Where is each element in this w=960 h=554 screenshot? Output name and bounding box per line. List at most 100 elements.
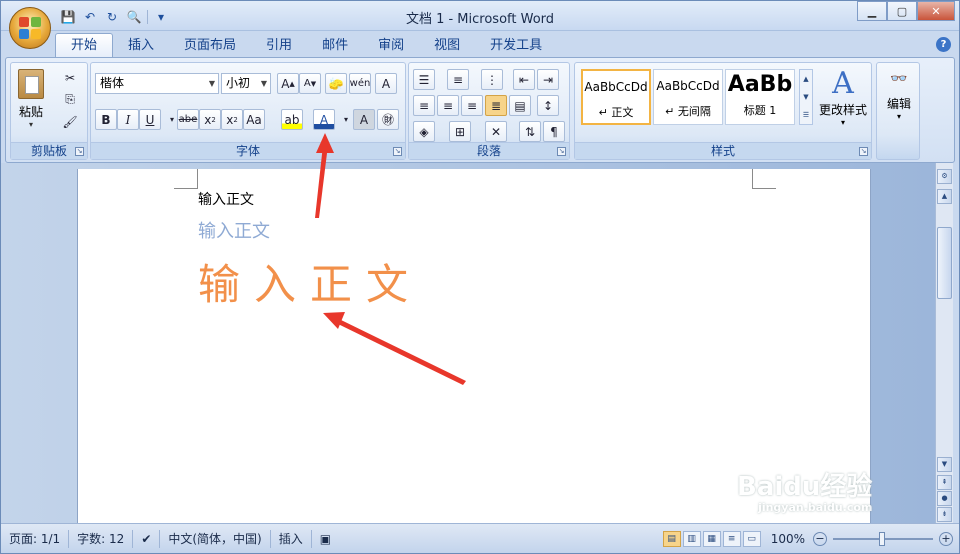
shrink-font-icon[interactable]: A ▼ xyxy=(299,73,321,94)
font-group-label: 字体 xyxy=(91,142,405,159)
window-title: 文档 1 - Microsoft Word xyxy=(405,12,555,27)
macro-record-icon[interactable]: ▣ xyxy=(312,530,339,548)
zoom-out-button[interactable]: − xyxy=(813,531,827,546)
draft-view-icon[interactable]: ▭ xyxy=(742,530,761,547)
change-case-icon[interactable]: Aa xyxy=(243,109,265,130)
paragraph-launcher[interactable]: ↘ xyxy=(557,147,566,156)
zoom-level[interactable]: 100% xyxy=(771,532,805,546)
styles-gallery-scroll[interactable]: ▲ ▼ ☰ xyxy=(799,69,813,125)
tab-view[interactable]: 视图 xyxy=(419,35,475,57)
decrease-indent-icon[interactable]: ⇤ xyxy=(513,69,535,90)
style-sample: AaBb xyxy=(727,72,793,97)
status-bar: 页面: 1/1 字数: 12 ✔ 中文(简体，中国) 插入 ▣ ▤ ▥ ▦ ≡ … xyxy=(1,523,959,553)
previous-page-button[interactable]: ⇞ xyxy=(937,475,952,490)
numbering-icon[interactable]: ≡ xyxy=(447,69,469,90)
window-controls: ▁ ▢ ✕ xyxy=(857,1,955,21)
baidu-watermark: Baidu经验 jingyan.baidu.com xyxy=(737,473,872,514)
change-styles-icon: A xyxy=(832,66,854,101)
shading-icon[interactable]: ◈ xyxy=(413,121,435,142)
increase-indent-icon[interactable]: ⇥ xyxy=(537,69,559,90)
maximize-button[interactable]: ▢ xyxy=(887,1,917,21)
character-border-icon[interactable]: A xyxy=(375,73,397,94)
scroll-up-button[interactable]: ▲ xyxy=(937,189,952,204)
subscript-icon[interactable]: x2 xyxy=(199,109,221,130)
page-count[interactable]: 页面: 1/1 xyxy=(1,529,70,548)
next-page-button[interactable]: ⇟ xyxy=(937,507,952,522)
style-name: ↵ 正文 xyxy=(598,106,634,119)
copy-icon[interactable]: ⎘ xyxy=(59,89,81,110)
font-name-combo[interactable]: 楷体 ▼ xyxy=(95,73,219,94)
tab-references[interactable]: 引用 xyxy=(251,35,307,57)
tab-developer[interactable]: 开发工具 xyxy=(475,35,557,57)
align-right-icon[interactable]: ≡ xyxy=(461,95,483,116)
style-no-spacing[interactable]: AaBbCcDd ↵ 无间隔 xyxy=(653,69,723,125)
browse-object-button[interactable]: ● xyxy=(937,491,952,506)
scroll-down-button[interactable]: ▼ xyxy=(937,457,952,472)
enclose-characters-icon[interactable]: ㊖ xyxy=(377,109,399,130)
align-center-icon[interactable]: ≡ xyxy=(437,95,459,116)
grow-font-icon[interactable]: A ▲ xyxy=(277,73,299,94)
editing-button[interactable]: 👓 编辑 ▾ xyxy=(879,67,919,139)
sort-icon[interactable]: ⇅ xyxy=(519,121,541,142)
change-styles-button[interactable]: A 更改样式 ▾ xyxy=(815,67,871,139)
title-bar: 💾 ↶ ↻ 🔍 ▾ 文档 1 - Microsoft Word ▁ ▢ ✕ xyxy=(1,1,959,31)
styles-group: AaBbCcDd ↵ 正文 AaBbCcDd ↵ 无间隔 AaBb 标题 1 ▲… xyxy=(574,62,872,160)
underline-icon[interactable]: U xyxy=(139,109,161,130)
character-shading-icon[interactable]: A xyxy=(353,109,375,130)
borders-icon[interactable]: ⊞ xyxy=(449,121,471,142)
paste-button[interactable]: 粘贴 ▾ xyxy=(15,67,47,137)
zoom-slider[interactable] xyxy=(833,531,933,546)
ruler-toggle-icon[interactable]: ⚙ xyxy=(937,169,952,184)
zoom-in-button[interactable]: + xyxy=(939,531,953,546)
font-color-icon[interactable]: A xyxy=(313,109,335,130)
outline-view-icon[interactable]: ≡ xyxy=(722,530,741,547)
show-marks-icon[interactable]: ¶ xyxy=(543,121,565,142)
styles-launcher[interactable]: ↘ xyxy=(859,147,868,156)
highlight-icon[interactable]: ab xyxy=(281,109,303,130)
tab-review[interactable]: 审阅 xyxy=(363,35,419,57)
tab-home[interactable]: 开始 xyxy=(55,33,114,57)
multilevel-list-icon[interactable]: ⋮ xyxy=(481,69,503,90)
tab-page-layout[interactable]: 页面布局 xyxy=(169,35,251,57)
cut-icon[interactable]: ✂ xyxy=(59,67,81,88)
print-layout-view-icon[interactable]: ▤ xyxy=(662,530,681,547)
bullets-icon[interactable]: ☰ xyxy=(413,69,435,90)
proofing-icon[interactable]: ✔ xyxy=(133,529,161,548)
insert-mode[interactable]: 插入 xyxy=(271,529,312,548)
bold-icon[interactable]: B xyxy=(95,109,117,130)
language[interactable]: 中文(简体，中国) xyxy=(160,529,271,548)
font-launcher[interactable]: ↘ xyxy=(393,147,402,156)
style-sample: AaBbCcDd xyxy=(656,79,720,93)
line-spacing-icon[interactable]: ↕ xyxy=(537,95,559,116)
style-heading-1[interactable]: AaBb 标题 1 xyxy=(725,69,795,125)
zoom-slider-thumb[interactable] xyxy=(879,531,885,546)
arrow-to-orange-text xyxy=(323,312,466,385)
web-layout-icon[interactable]: ▦ xyxy=(702,530,721,547)
phonetic-guide-icon[interactable]: wén xyxy=(349,73,371,94)
help-icon[interactable]: ? xyxy=(936,37,951,52)
clear-formatting-icon[interactable]: 🧽 xyxy=(325,73,347,94)
font-group: 楷体 ▼ 小初 ▼ A ▲ A ▼ 🧽 wén A B I U ▾ abe x2 x… xyxy=(90,62,406,160)
justify-icon[interactable]: ≣ xyxy=(485,95,507,116)
align-left-icon[interactable]: ≡ xyxy=(413,95,435,116)
chinese-layout-icon[interactable]: ✕ xyxy=(485,121,507,142)
distributed-icon[interactable]: ▤ xyxy=(509,95,531,116)
full-screen-reading-icon[interactable]: ▥ xyxy=(682,530,701,547)
close-button[interactable]: ✕ xyxy=(917,1,955,21)
office-button[interactable] xyxy=(9,7,51,49)
word-count[interactable]: 字数: 12 xyxy=(69,529,134,548)
vertical-scrollbar[interactable]: ⚙ ▲ ▼ ⇞ ● ⇟ xyxy=(935,163,953,523)
clipboard-launcher[interactable]: ↘ xyxy=(75,147,84,156)
strikethrough-icon[interactable]: abe xyxy=(177,109,199,130)
font-size-combo[interactable]: 小初 ▼ xyxy=(221,73,271,94)
styles-group-label: 样式 xyxy=(575,142,871,159)
tab-mailings[interactable]: 邮件 xyxy=(307,35,363,57)
paragraph-group-label: 段落 xyxy=(409,142,569,159)
format-painter-icon[interactable]: 🖌 xyxy=(59,111,81,132)
minimize-button[interactable]: ▁ xyxy=(857,1,887,21)
superscript-icon[interactable]: x2 xyxy=(221,109,243,130)
tab-insert[interactable]: 插入 xyxy=(113,35,169,57)
italic-icon[interactable]: I xyxy=(117,109,139,130)
scroll-thumb[interactable] xyxy=(937,227,952,299)
style-normal[interactable]: AaBbCcDd ↵ 正文 xyxy=(581,69,651,125)
